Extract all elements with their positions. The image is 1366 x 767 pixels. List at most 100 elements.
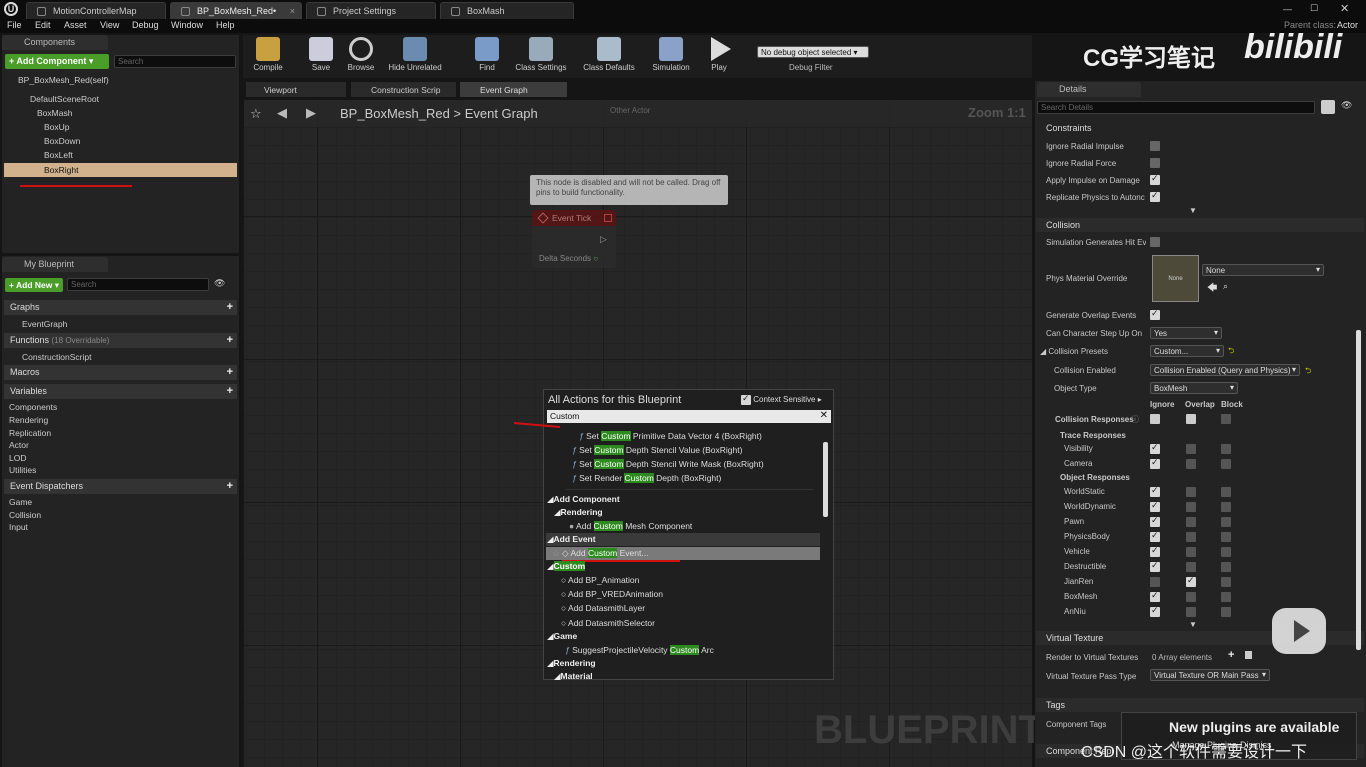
event-tick-node[interactable]: Event Tick ▷ Delta Seconds ○ xyxy=(532,210,616,268)
section-graphs[interactable]: Graphs + xyxy=(4,300,237,315)
trace-visibility-ignore-checkbox[interactable] xyxy=(1150,442,1160,454)
action-item-mesh[interactable]: ● Add Custom Mesh Component xyxy=(569,521,692,531)
editor-tab-construction[interactable]: Construction Scrip xyxy=(351,82,456,97)
delta-seconds-pin[interactable]: Delta Seconds ○ xyxy=(539,254,598,263)
section-constraints[interactable]: Constraints xyxy=(1036,121,1364,135)
add-function-button[interactable]: + xyxy=(227,334,233,346)
star-icon[interactable]: ☆ xyxy=(552,548,560,558)
object-boxmesh-ignore-checkbox[interactable] xyxy=(1150,590,1160,602)
action-item[interactable]: ○ Add DatasmithSelector xyxy=(561,618,655,628)
clear-search-icon[interactable]: ✕ xyxy=(820,410,828,421)
find-button[interactable]: Find xyxy=(465,37,509,77)
object-pawn-block-checkbox[interactable] xyxy=(1221,517,1231,527)
trace-visibility-block-checkbox[interactable] xyxy=(1221,444,1231,454)
close-icon[interactable]: × xyxy=(290,6,295,16)
action-item[interactable]: ƒ Set Custom Depth Stencil Write Mask (B… xyxy=(572,459,764,469)
constraint-row-checkbox[interactable] xyxy=(1150,173,1160,185)
event-graph-item[interactable]: EventGraph xyxy=(2,317,67,331)
add-custom-event-item[interactable]: ☆ ◇ Add Custom Event... xyxy=(552,548,648,559)
trace-camera-block-checkbox[interactable] xyxy=(1221,459,1231,469)
section-variables[interactable]: Variables + xyxy=(4,384,237,399)
help-icon[interactable]: ⓘ xyxy=(1131,414,1139,425)
action-item[interactable]: ƒ Set Render Custom Depth (BoxRight) xyxy=(572,473,721,483)
section-event-dispatchers[interactable]: Event Dispatchers + xyxy=(4,479,237,494)
tree-item-boxleft[interactable]: BoxLeft xyxy=(2,148,239,162)
category-rendering-2[interactable]: ◢Rendering xyxy=(547,658,596,669)
editor-tab-event-graph[interactable]: Event Graph xyxy=(460,82,567,97)
object-worlddynamic-overlap-checkbox[interactable] xyxy=(1186,502,1196,512)
object-worldstatic-ignore-checkbox[interactable] xyxy=(1150,485,1160,497)
popup-scrollbar[interactable] xyxy=(823,442,828,517)
object-anniu-overlap-checkbox[interactable] xyxy=(1186,607,1196,617)
add-variable-button[interactable]: + xyxy=(227,385,233,397)
object-boxmesh-block-checkbox[interactable] xyxy=(1221,592,1231,602)
vt-pass-select[interactable]: Virtual Texture OR Main Pass xyxy=(1150,669,1270,681)
reset-arrow-icon[interactable]: ⮌ xyxy=(1305,365,1311,379)
object-worldstatic-block-checkbox[interactable] xyxy=(1221,487,1231,497)
add-macro-button[interactable]: + xyxy=(227,366,233,378)
menu-file[interactable]: File xyxy=(7,20,22,30)
browse-button[interactable]: Browse xyxy=(339,37,383,77)
object-vehicle-overlap-checkbox[interactable] xyxy=(1186,547,1196,557)
breadcrumb-blueprint[interactable]: BP_BoxMesh_Red xyxy=(340,106,450,121)
eye-icon[interactable]: 👁 xyxy=(214,278,225,289)
tree-item-default-scene-root[interactable]: DefaultSceneRoot xyxy=(2,92,239,106)
constraint-row-checkbox[interactable] xyxy=(1150,141,1160,151)
tree-item-boxdown[interactable]: BoxDown xyxy=(2,134,239,148)
trace-visibility-overlap-checkbox[interactable] xyxy=(1186,444,1196,454)
section-collision[interactable]: Collision xyxy=(1036,218,1364,232)
hide-unrelated-button[interactable]: Hide Unrelated xyxy=(383,37,447,77)
object-boxmesh-overlap-checkbox[interactable] xyxy=(1186,592,1196,602)
section-functions[interactable]: Functions (18 Overridable) + xyxy=(4,333,237,348)
object-anniu-block-checkbox[interactable] xyxy=(1221,607,1231,617)
tab-project-settings[interactable]: Project Settings xyxy=(306,2,436,19)
object-type-select[interactable]: BoxMesh xyxy=(1150,382,1238,394)
object-jianren-block-checkbox[interactable] xyxy=(1221,577,1231,587)
add-graph-button[interactable]: + xyxy=(227,301,233,313)
all-ignore-radio[interactable] xyxy=(1150,414,1160,424)
property-matrix-icon[interactable] xyxy=(1321,100,1335,114)
category-rendering[interactable]: ◢Rendering xyxy=(554,507,603,518)
construction-script-item[interactable]: ConstructionScript xyxy=(2,350,91,364)
menu-asset[interactable]: Asset xyxy=(64,20,87,30)
section-macros[interactable]: Macros + xyxy=(4,365,237,380)
menu-view[interactable]: View xyxy=(100,20,119,30)
category-add-event[interactable]: ◢Add Event xyxy=(547,534,596,545)
self-item[interactable]: BP_BoxMesh_Red(self) xyxy=(2,73,239,87)
maximize-button[interactable]: ☐ xyxy=(1310,3,1318,14)
class-defaults-button[interactable]: Class Defaults xyxy=(579,37,639,77)
menu-window[interactable]: Window xyxy=(171,20,203,30)
generate-overlap-checkbox[interactable] xyxy=(1150,308,1160,320)
dispatcher-category[interactable]: Game xyxy=(2,495,32,509)
forward-arrow-icon[interactable]: ▶ xyxy=(306,105,316,121)
sim-hit-checkbox[interactable] xyxy=(1150,237,1160,247)
trash-icon[interactable] xyxy=(1245,651,1252,659)
add-component-button[interactable]: + Add Component ▾ xyxy=(5,54,109,69)
object-destructible-overlap-checkbox[interactable] xyxy=(1186,562,1196,572)
use-arrow-icon[interactable]: 🡄 xyxy=(1207,281,1217,298)
phys-material-thumbnail[interactable]: None xyxy=(1152,255,1199,302)
blueprint-search-input[interactable]: Search xyxy=(67,278,209,291)
details-scrollbar[interactable] xyxy=(1356,330,1361,650)
variable-category[interactable]: Components xyxy=(2,400,57,414)
step-up-select[interactable]: Yes xyxy=(1150,327,1222,339)
object-worlddynamic-ignore-checkbox[interactable] xyxy=(1150,500,1160,512)
category-custom[interactable]: ◢Custom xyxy=(547,561,586,572)
save-button[interactable]: Save xyxy=(299,37,343,77)
object-worldstatic-overlap-checkbox[interactable] xyxy=(1186,487,1196,497)
simulation-button[interactable]: Simulation xyxy=(647,37,695,77)
tree-item-boxmash[interactable]: BoxMash xyxy=(2,106,239,120)
section-tags[interactable]: Tags xyxy=(1036,698,1364,712)
compile-button[interactable]: Compile xyxy=(243,37,293,77)
category-add-component[interactable]: ◢Add Component xyxy=(547,494,620,505)
all-block-radio[interactable] xyxy=(1221,414,1231,424)
video-play-icon[interactable] xyxy=(1272,608,1326,654)
object-jianren-ignore-checkbox[interactable] xyxy=(1150,577,1160,587)
object-anniu-ignore-checkbox[interactable] xyxy=(1150,605,1160,617)
add-element-icon[interactable]: + xyxy=(1228,649,1234,661)
category-game[interactable]: ◢Game xyxy=(547,631,577,642)
action-item[interactable]: ○ Add DatasmithLayer xyxy=(561,603,645,613)
trace-camera-ignore-checkbox[interactable] xyxy=(1150,457,1160,469)
object-physicsbody-ignore-checkbox[interactable] xyxy=(1150,530,1160,542)
all-overlap-radio[interactable] xyxy=(1186,414,1196,424)
